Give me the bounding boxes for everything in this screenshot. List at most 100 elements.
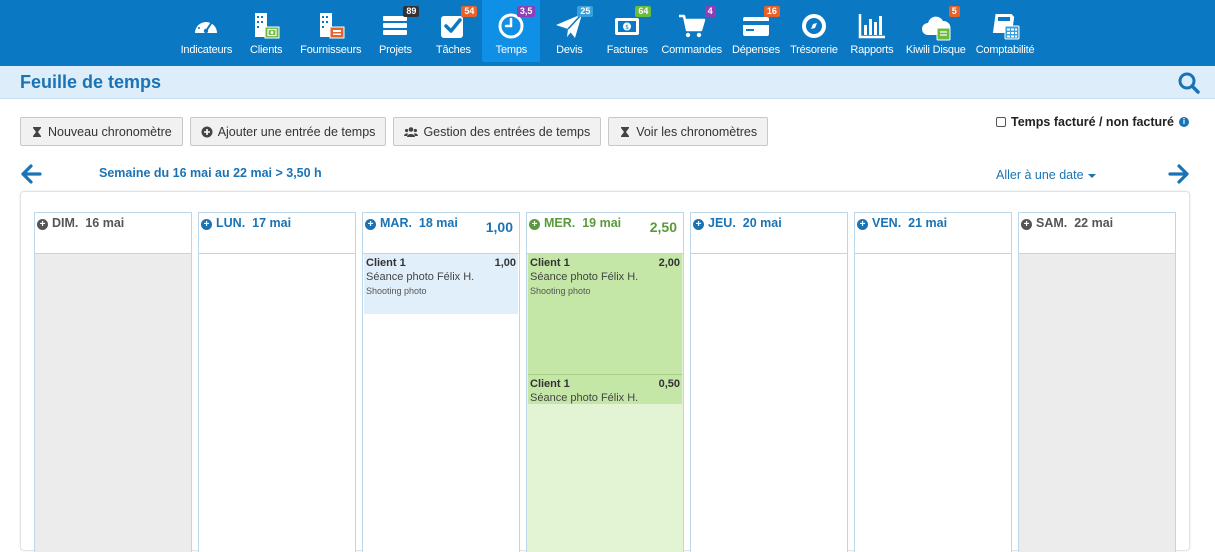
- arrow-right-icon[interactable]: [1168, 163, 1190, 185]
- day-total: 1,00: [485, 219, 513, 235]
- search-icon[interactable]: [1177, 71, 1201, 95]
- time-entry[interactable]: Client 1 0,50 Séance photo Félix H.: [528, 374, 682, 404]
- new-timer-label: Nouveau chronomètre: [48, 124, 172, 139]
- nav-label: Kiwili Disque: [905, 44, 966, 56]
- nav-item-9[interactable]: 16 Dépenses: [727, 0, 785, 62]
- time-entry[interactable]: Client 1 1,00 Séance photo Félix H. Shoo…: [364, 254, 518, 314]
- nav-items: Indicateurs Clients Fournisseurs 89 Projets 5…: [176, 0, 1040, 66]
- day-name: JEU. 20 mai: [708, 216, 782, 230]
- day-column: + DIM. 16 mai: [34, 212, 192, 552]
- day-body[interactable]: [691, 254, 847, 552]
- plus-circle-icon: [201, 126, 213, 137]
- nav-item-7[interactable]: $64 Factures: [598, 0, 656, 62]
- nav-label: Commandes: [661, 44, 722, 56]
- nav-badge: 4: [704, 6, 716, 17]
- suppliers-building-icon: [315, 10, 347, 42]
- day-header: + VEN. 21 mai: [855, 213, 1011, 254]
- day-column: + JEU. 20 mai: [690, 212, 848, 552]
- add-entry-plus-icon[interactable]: +: [693, 219, 704, 230]
- nav-badge: 64: [635, 6, 652, 17]
- cloud-icon: [920, 10, 952, 42]
- nav-label: Devis: [556, 44, 583, 56]
- new-timer-button[interactable]: Nouveau chronomètre: [20, 117, 183, 146]
- svg-text:$: $: [625, 24, 629, 31]
- add-entry-plus-icon[interactable]: +: [365, 219, 376, 230]
- add-entry-plus-icon[interactable]: +: [529, 219, 540, 230]
- week-calendar: + DIM. 16 mai + LUN. 17 mai + MAR. 18 ma…: [20, 191, 1190, 552]
- entry-hours: 1,00: [494, 257, 516, 269]
- cart-icon: [676, 10, 708, 42]
- day-header: + MAR. 18 mai 1,00: [363, 213, 519, 254]
- day-column: + MER. 19 mai 2,50 Client 1 2,00 Séance …: [526, 212, 684, 552]
- view-timers-label: Voir les chronomètres: [636, 124, 758, 139]
- day-column: + LUN. 17 mai: [198, 212, 356, 552]
- nav-item-5[interactable]: 3,5 Temps: [482, 0, 541, 62]
- nav-label: Dépenses: [731, 44, 780, 56]
- goto-date-dropdown[interactable]: Aller à une date: [996, 168, 1096, 182]
- hourglass-icon: [621, 126, 630, 137]
- billed-toggle: Temps facturé / non facturé i: [996, 115, 1189, 129]
- day-body[interactable]: [855, 254, 1011, 552]
- day-body[interactable]: [1019, 254, 1175, 552]
- info-icon[interactable]: i: [1179, 117, 1189, 127]
- day-name: MAR. 18 mai: [380, 216, 458, 230]
- nav-item-10[interactable]: Trésorerie: [785, 0, 843, 62]
- nav-label: Trésorerie: [790, 44, 838, 56]
- day-body[interactable]: [35, 254, 191, 552]
- day-total: 2,50: [649, 219, 677, 235]
- entry-hours: 0,50: [658, 378, 680, 390]
- day-body[interactable]: [199, 254, 355, 552]
- day-body[interactable]: Client 1 1,00 Séance photo Félix H. Shoo…: [363, 254, 519, 552]
- nav-item-8[interactable]: 4 Commandes: [656, 0, 727, 62]
- hourglass-icon: [33, 126, 41, 137]
- nav-item-3[interactable]: 89 Projets: [366, 0, 424, 62]
- view-timers-button[interactable]: Voir les chronomètres: [608, 117, 769, 146]
- nav-label: Clients: [250, 44, 283, 56]
- day-header: + LUN. 17 mai: [199, 213, 355, 254]
- add-time-entry-button[interactable]: Ajouter une entrée de temps: [189, 117, 387, 146]
- entry-description: Séance photo Félix H.: [366, 271, 475, 283]
- day-name: MER. 19 mai: [544, 216, 622, 230]
- add-entry-plus-icon[interactable]: +: [37, 219, 48, 230]
- nav-label: Rapports: [850, 44, 894, 56]
- day-column: + MAR. 18 mai 1,00 Client 1 1,00 Séance …: [362, 212, 520, 552]
- bar-chart-icon: [856, 10, 888, 42]
- nav-badge: 25: [577, 6, 594, 17]
- day-name: DIM. 16 mai: [52, 216, 125, 230]
- nav-badge: 3,5: [516, 6, 536, 17]
- top-navigation: Indicateurs Clients Fournisseurs 89 Projets 5…: [0, 0, 1215, 66]
- day-header: + MER. 19 mai 2,50: [527, 213, 683, 254]
- nav-item-0[interactable]: Indicateurs: [176, 0, 238, 62]
- add-entry-plus-icon[interactable]: +: [857, 219, 868, 230]
- billed-checkbox[interactable]: [996, 117, 1006, 127]
- goto-date-label: Aller à une date: [996, 168, 1084, 182]
- manage-time-entries-button[interactable]: Gestion des entrées de temps: [393, 117, 602, 146]
- entry-client: Client 1: [530, 257, 570, 269]
- nav-label: Tâches: [435, 44, 471, 56]
- page-title: Feuille de temps: [20, 72, 162, 92]
- nav-item-4[interactable]: 54 Tâches: [424, 0, 482, 62]
- arrow-left-icon[interactable]: [20, 163, 42, 185]
- manage-time-entries-label: Gestion des entrées de temps: [423, 124, 591, 139]
- nav-item-1[interactable]: Clients: [237, 0, 295, 62]
- nav-item-12[interactable]: 5 Kiwili Disque: [901, 0, 971, 62]
- day-body[interactable]: Client 1 2,00 Séance photo Félix H. Shoo…: [527, 254, 683, 552]
- nav-label: Factures: [606, 44, 648, 56]
- nav-item-6[interactable]: 25 Devis: [540, 0, 598, 62]
- nav-item-11[interactable]: Rapports: [843, 0, 901, 62]
- day-name: VEN. 21 mai: [872, 216, 948, 230]
- time-entry[interactable]: Client 1 2,00 Séance photo Félix H. Shoo…: [528, 254, 682, 374]
- nav-item-2[interactable]: Fournisseurs: [295, 0, 366, 62]
- day-header: + SAM. 22 mai: [1019, 213, 1175, 254]
- billed-label: Temps facturé / non facturé: [1011, 115, 1174, 129]
- calculator-icon: [989, 10, 1021, 42]
- entry-description: Séance photo Félix H.: [530, 271, 639, 283]
- add-entry-plus-icon[interactable]: +: [201, 219, 212, 230]
- week-range-label: Semaine du 16 mai au 22 mai > 3,50 h: [99, 166, 322, 180]
- entry-client: Client 1: [530, 378, 570, 390]
- caret-down-icon: [1087, 174, 1096, 178]
- nav-item-13[interactable]: Comptabilité: [971, 0, 1040, 62]
- add-entry-plus-icon[interactable]: +: [1021, 219, 1032, 230]
- entry-note: Shooting photo: [366, 286, 427, 296]
- nav-badge: 16: [763, 6, 780, 17]
